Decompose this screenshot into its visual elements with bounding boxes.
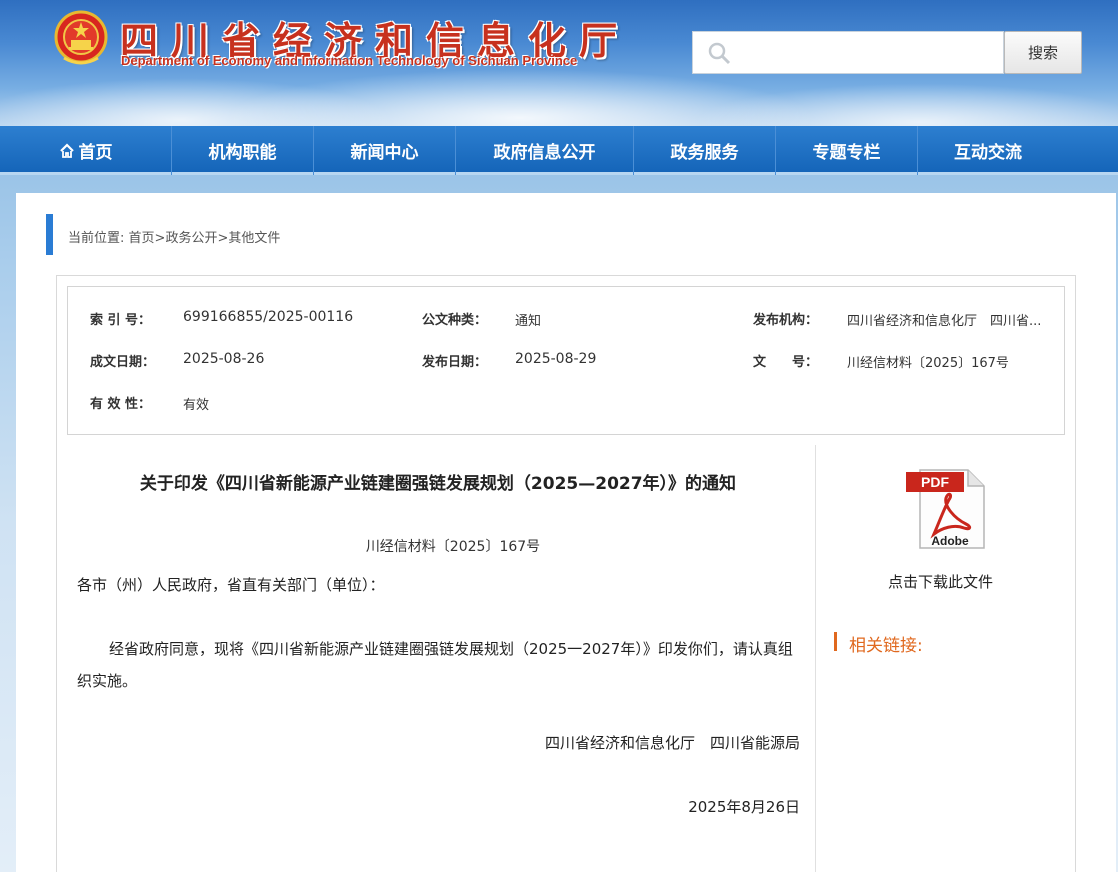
breadcrumb-separator: > [217,231,229,246]
document-signer: 四川省经济和信息化厅 四川省能源局 [544,734,800,752]
nav-item-news[interactable]: 新闻中心 [314,126,456,175]
document-body: 经省政府同意，现将《四川省新能源产业链建圈强链发展规划（2025一2027年）》… [77,640,793,690]
publisher-value: 四川省经济和信息化厅 四川省... [847,314,1042,329]
nav-item-label: 新闻中心 [350,143,419,163]
nav-item-label: 政府信息公开 [493,143,596,163]
national-emblem-icon [54,10,108,65]
nav-item-interaction[interactable]: 互动交流 [918,126,1058,175]
home-icon [59,142,74,158]
doc-type-label: 公文种类： [422,313,488,328]
main-nav: 首页 机构职能 新闻中心 政府信息公开 政务服务 专题专栏 互动交流 [0,126,1118,175]
site-subtitle: Department of Economy and Information Te… [121,53,578,68]
doc-number-value: 川经信材料〔2025〕167号 [847,356,1009,371]
search-icon [708,42,731,65]
nav-item-label: 专题专栏 [812,143,881,163]
nav-item-label: 互动交流 [954,143,1022,163]
nav-item-home[interactable]: 首页 [0,126,172,175]
document-date: 2025年8月26日 [688,798,800,816]
created-date-value: 2025-08-26 [183,351,265,367]
nav-item-label: 政务服务 [670,143,739,163]
breadcrumb-home[interactable]: 首页 [129,231,155,246]
breadcrumb-accent [46,214,53,255]
related-links-title: 相关链接: [849,636,923,656]
index-label: 索 引 号： [90,313,152,328]
nav-item-label: 机构职能 [208,143,277,163]
search-button[interactable]: 搜索 [1004,31,1082,74]
published-date-label: 发布日期： [422,355,488,370]
doc-type-value: 通知 [515,314,542,329]
nav-item-services[interactable]: 政务服务 [634,126,776,175]
download-file-link[interactable]: 点击下载此文件 [888,571,993,592]
related-links-accent [834,632,837,651]
nav-item-gov-info[interactable]: 政府信息公开 [456,126,634,175]
search-input[interactable] [737,38,993,68]
nav-item-organization[interactable]: 机构职能 [172,126,314,175]
breadcrumb: 当前位置: 首页>政务公开>其他文件 [68,227,280,246]
pdf-file-icon[interactable]: PDF Adobe [906,468,986,550]
validity-value: 有效 [183,398,210,413]
search-box [692,31,1004,74]
main-content: 当前位置: 首页>政务公开>其他文件 索 引 号： 699166855/2025… [16,193,1116,872]
created-date-label: 成文日期： [90,355,156,370]
breadcrumb-other-files[interactable]: 其他文件 [228,231,280,246]
published-date-value: 2025-08-29 [515,351,597,367]
publisher-label: 发布机构： [753,313,819,328]
site-header: 四川省经济和信息化厅 Department of Economy and Inf… [0,0,1118,126]
breadcrumb-gov-affairs[interactable]: 政务公开 [165,231,217,246]
adobe-brand-text: Adobe [931,534,969,548]
metadata-table: 索 引 号： 699166855/2025-00116 公文种类： 通知 发布机… [67,286,1065,435]
document-title: 关于印发《四川省新能源产业链建圈强链发展规划（2025—2027年）》的通知 [139,474,737,494]
nav-item-label: 首页 [78,143,113,163]
document-addressee: 各市（州）人民政府，省直有关部门（单位）： [77,576,385,594]
index-value: 699166855/2025-00116 [183,309,354,325]
breadcrumb-prefix: 当前位置: [68,231,125,246]
validity-label: 有 效 性： [90,397,152,412]
document-number: 川经信材料〔2025〕167号 [365,539,541,555]
nav-item-topics[interactable]: 专题专栏 [776,126,918,175]
pdf-badge-text: PDF [921,474,949,490]
column-divider [815,445,816,872]
doc-number-label: 文 号： [753,355,819,370]
breadcrumb-separator: > [154,231,166,246]
